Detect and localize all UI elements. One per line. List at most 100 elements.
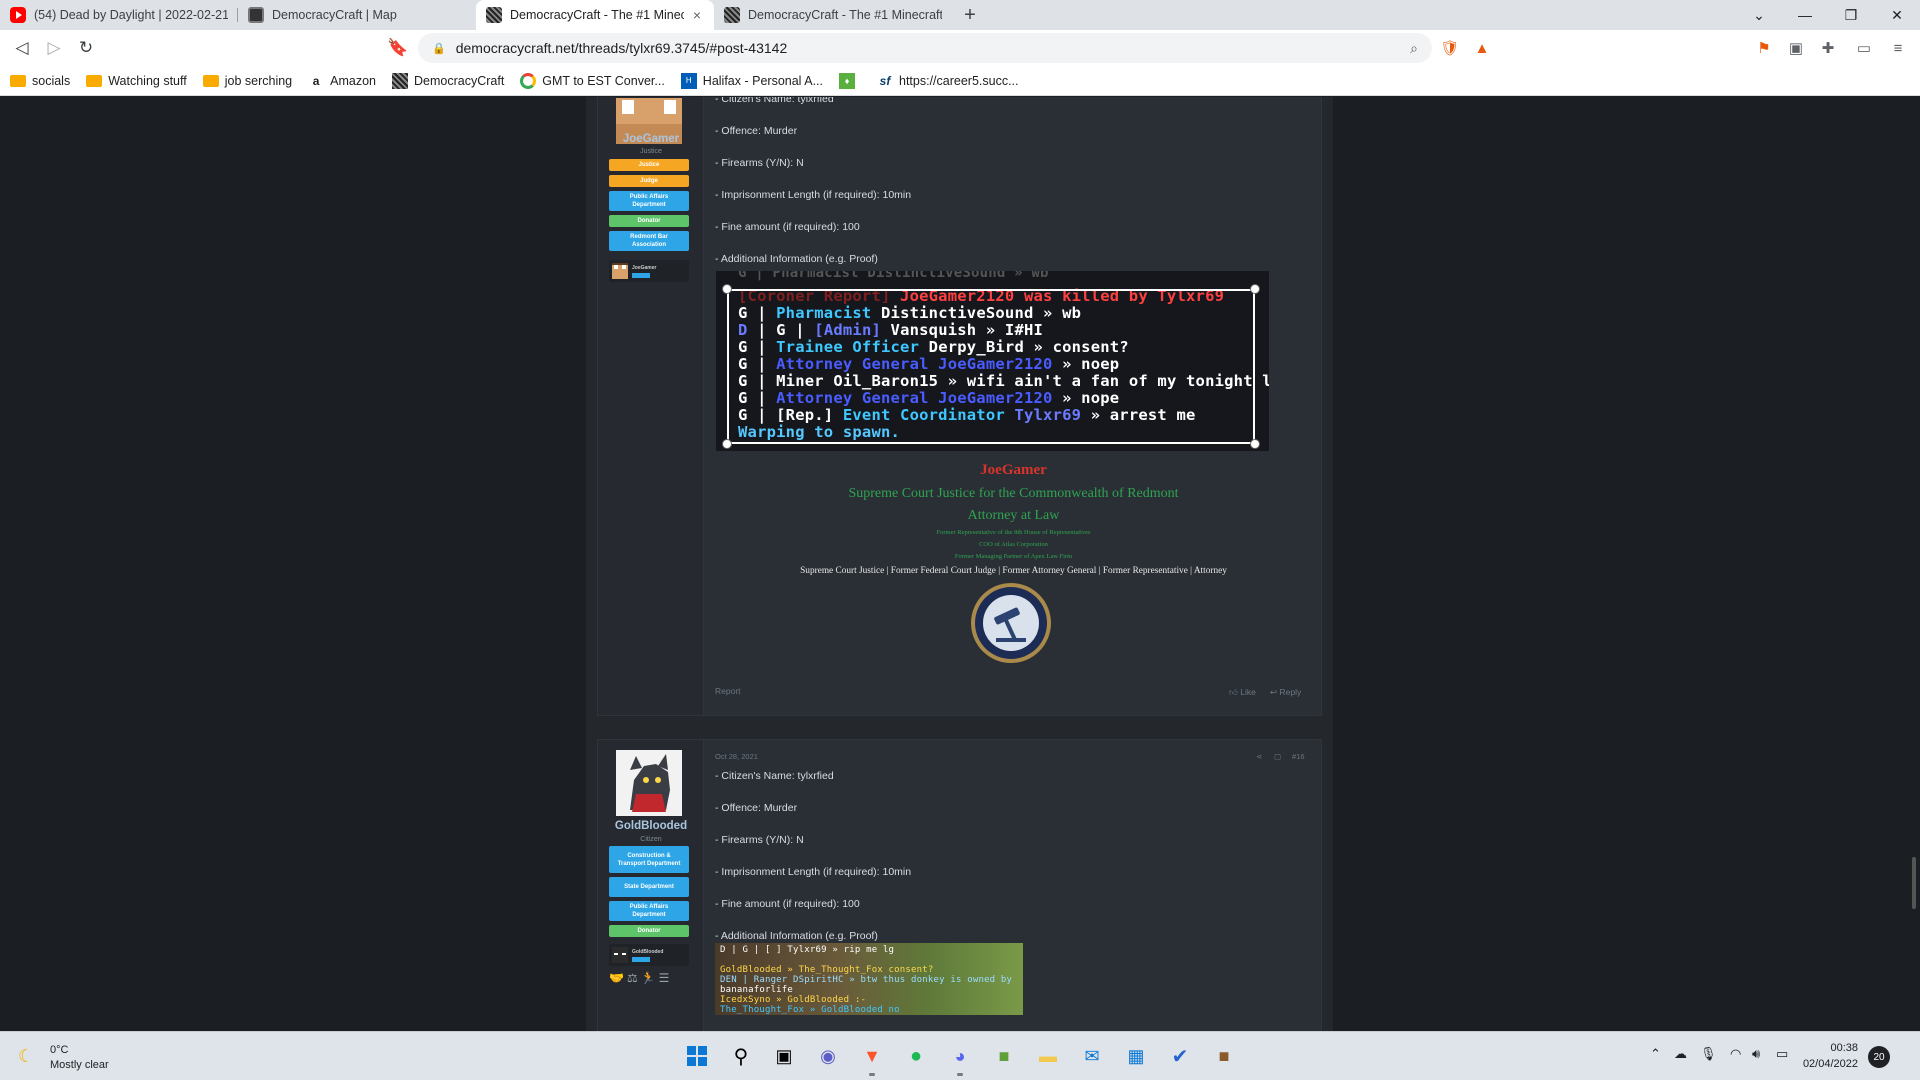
- badge-redmont-bar: Redmont Bar Association: [609, 231, 689, 251]
- field-additional-info: - Additional Information (e.g. Proof): [715, 253, 878, 265]
- back-icon[interactable]: ◁: [6, 32, 38, 64]
- proof-screenshot[interactable]: G | Pharmacist DistinctiveSound » wb [Co…: [716, 271, 1269, 451]
- resize-handle[interactable]: [722, 439, 732, 449]
- calendar-icon[interactable]: ▦: [1120, 1040, 1152, 1072]
- wifi-icon[interactable]: ◠: [1730, 1046, 1741, 1062]
- amazon-icon: a: [312, 73, 320, 88]
- avatar[interactable]: [616, 97, 682, 154]
- bookmark-post-icon[interactable]: ▢: [1274, 752, 1281, 761]
- teams-chat-icon[interactable]: ◉: [812, 1040, 844, 1072]
- bookmark-amazon[interactable]: a Amazon: [308, 73, 376, 89]
- tab-thread-active[interactable]: DemocracyCraft - The #1 Minecra ×: [476, 0, 714, 30]
- thumbs-up-icon: 👍︎: [1229, 687, 1238, 697]
- volume-icon[interactable]: 🔊︎: [1752, 1046, 1760, 1062]
- url-field[interactable]: 🔒 democracycraft.net/threads/tylxr69.374…: [418, 33, 1432, 63]
- avatar[interactable]: [616, 750, 682, 816]
- resize-handle[interactable]: [1250, 439, 1260, 449]
- user-title: Citizen: [640, 836, 662, 843]
- start-button[interactable]: [681, 1040, 713, 1072]
- username[interactable]: JoeGamer: [598, 133, 704, 145]
- field-fine: - Fine amount (if required): 100: [715, 221, 860, 233]
- bookmark-watching[interactable]: Watching stuff: [86, 74, 187, 88]
- extension-icon[interactable]: ⚑: [1752, 36, 1776, 60]
- menu-icon[interactable]: ≡: [1886, 36, 1910, 60]
- bookmarks-bar: socials Watching stuff job serching a Ama…: [0, 66, 1920, 96]
- forward-icon[interactable]: ▷: [38, 32, 70, 64]
- halifax-icon: H: [680, 72, 697, 89]
- resize-handle[interactable]: [722, 284, 732, 294]
- field-firearms: - Firearms (Y/N): N: [715, 834, 804, 846]
- google-icon: [520, 72, 537, 89]
- proof-screenshot[interactable]: D | G | [ ] Tylxr69 » rip me lg GoldBloo…: [715, 943, 1023, 1015]
- lock-icon: 🔒: [432, 42, 446, 55]
- onedrive-icon[interactable]: ☁: [1674, 1046, 1687, 1062]
- signature-small1: Former Representative of the 8th House o…: [936, 529, 1091, 536]
- tab-thread[interactable]: DemocracyCraft - The #1 Minecraft C: [714, 0, 952, 30]
- brave-browser-icon[interactable]: ▼: [856, 1040, 888, 1076]
- minecraft-launcher-icon[interactable]: ■: [1208, 1040, 1240, 1072]
- tab-search-icon[interactable]: ⌄: [1736, 0, 1782, 30]
- mc-profile-card[interactable]: GoldBlooded: [609, 944, 689, 966]
- tab-youtube[interactable]: (54) Dead by Daylight | 2022-02-21 - Y: [0, 0, 238, 30]
- mail-icon[interactable]: ✉: [1076, 1040, 1108, 1072]
- bookmark-green[interactable]: ♦: [839, 72, 861, 89]
- minecraft-icon[interactable]: ■: [988, 1040, 1020, 1072]
- bookmark-icon[interactable]: 🔖: [382, 32, 414, 64]
- folder-icon: [10, 74, 26, 87]
- discord-icon[interactable]: ◕: [944, 1040, 976, 1076]
- search-icon[interactable]: ⚲: [725, 1040, 757, 1072]
- clock-time[interactable]: 00:38: [1808, 1042, 1858, 1054]
- like-button[interactable]: 👍︎ Like: [1229, 687, 1256, 698]
- microphone-icon[interactable]: 🎙︎: [1700, 1046, 1717, 1062]
- address-bar: ◁ ▷ ↻ 🔖 🔒 democracycraft.net/threads/tyl…: [0, 30, 1920, 66]
- new-tab-button[interactable]: +: [952, 0, 988, 30]
- reply-button[interactable]: ↩ Reply: [1270, 687, 1301, 698]
- mc-profile-card[interactable]: JoeGamer: [609, 260, 689, 282]
- tray-overflow-icon[interactable]: ⌃: [1650, 1046, 1661, 1062]
- weather-desc[interactable]: Mostly clear: [50, 1059, 109, 1071]
- weather-icon[interactable]: ☾: [18, 1046, 34, 1067]
- democracycraft-icon: [486, 7, 502, 23]
- close-window-icon[interactable]: ✕: [1874, 0, 1920, 30]
- brave-rewards-icon[interactable]: ▲: [1470, 36, 1494, 60]
- badge-public-affairs: Public Affairs Department: [609, 191, 689, 211]
- resize-handle[interactable]: [1250, 284, 1260, 294]
- bookmark-halifax[interactable]: H Halifax - Personal A...: [680, 72, 823, 89]
- bookmark-career[interactable]: sf https://career5.succ...: [877, 73, 1019, 89]
- extension2-icon[interactable]: ▣: [1784, 36, 1808, 60]
- spotify-icon[interactable]: ●: [900, 1040, 932, 1072]
- badge-state-department: State Department: [609, 877, 689, 897]
- bookmark-democracycraft[interactable]: DemocracyCraft: [392, 72, 504, 89]
- username[interactable]: GoldBlooded: [598, 820, 704, 832]
- bookmark-gmt[interactable]: GMT to EST Conver...: [520, 72, 665, 89]
- field-firearms: - Firearms (Y/N): N: [715, 157, 804, 169]
- zoom-icon[interactable]: ⌕: [1410, 40, 1418, 57]
- file-explorer-icon[interactable]: ▬: [1032, 1040, 1064, 1072]
- restore-icon[interactable]: ❐: [1828, 0, 1874, 30]
- scrollbar-thumb[interactable]: [1912, 857, 1916, 909]
- brave-shield-icon[interactable]: 🛡: [1438, 36, 1462, 60]
- bookmark-job[interactable]: job serching: [202, 74, 292, 88]
- democracycraft-icon: [392, 72, 408, 89]
- notification-badge[interactable]: 20: [1868, 1046, 1890, 1068]
- share-icon[interactable]: ⋖: [1256, 752, 1262, 761]
- minimize-icon[interactable]: —: [1782, 0, 1828, 30]
- task-view-icon[interactable]: ▣: [768, 1040, 800, 1072]
- clock-date[interactable]: 02/04/2022: [1798, 1058, 1858, 1070]
- post-date[interactable]: Oct 28, 2021: [715, 752, 758, 761]
- battery-icon[interactable]: ▭: [1776, 1046, 1788, 1062]
- post-number[interactable]: #16: [1292, 752, 1305, 761]
- trophy-icons: 🤝⚖🏃☰: [609, 971, 673, 985]
- todo-icon[interactable]: ✔: [1164, 1040, 1196, 1072]
- report-link[interactable]: Report: [715, 686, 741, 696]
- wallet-icon[interactable]: ▭: [1852, 36, 1876, 60]
- close-tab-icon[interactable]: ×: [690, 7, 704, 23]
- tab-map[interactable]: DemocracyCraft | Map: [238, 0, 476, 30]
- mc-rank-badge: [632, 956, 650, 962]
- bookmark-socials[interactable]: socials: [10, 74, 70, 88]
- field-additional-info: - Additional Information (e.g. Proof): [715, 930, 878, 942]
- puzzle-icon[interactable]: ✚: [1816, 36, 1840, 60]
- reload-icon[interactable]: ↻: [70, 32, 102, 64]
- supreme-court-seal-icon: [971, 583, 1051, 663]
- weather-temp[interactable]: 0°C: [50, 1044, 68, 1056]
